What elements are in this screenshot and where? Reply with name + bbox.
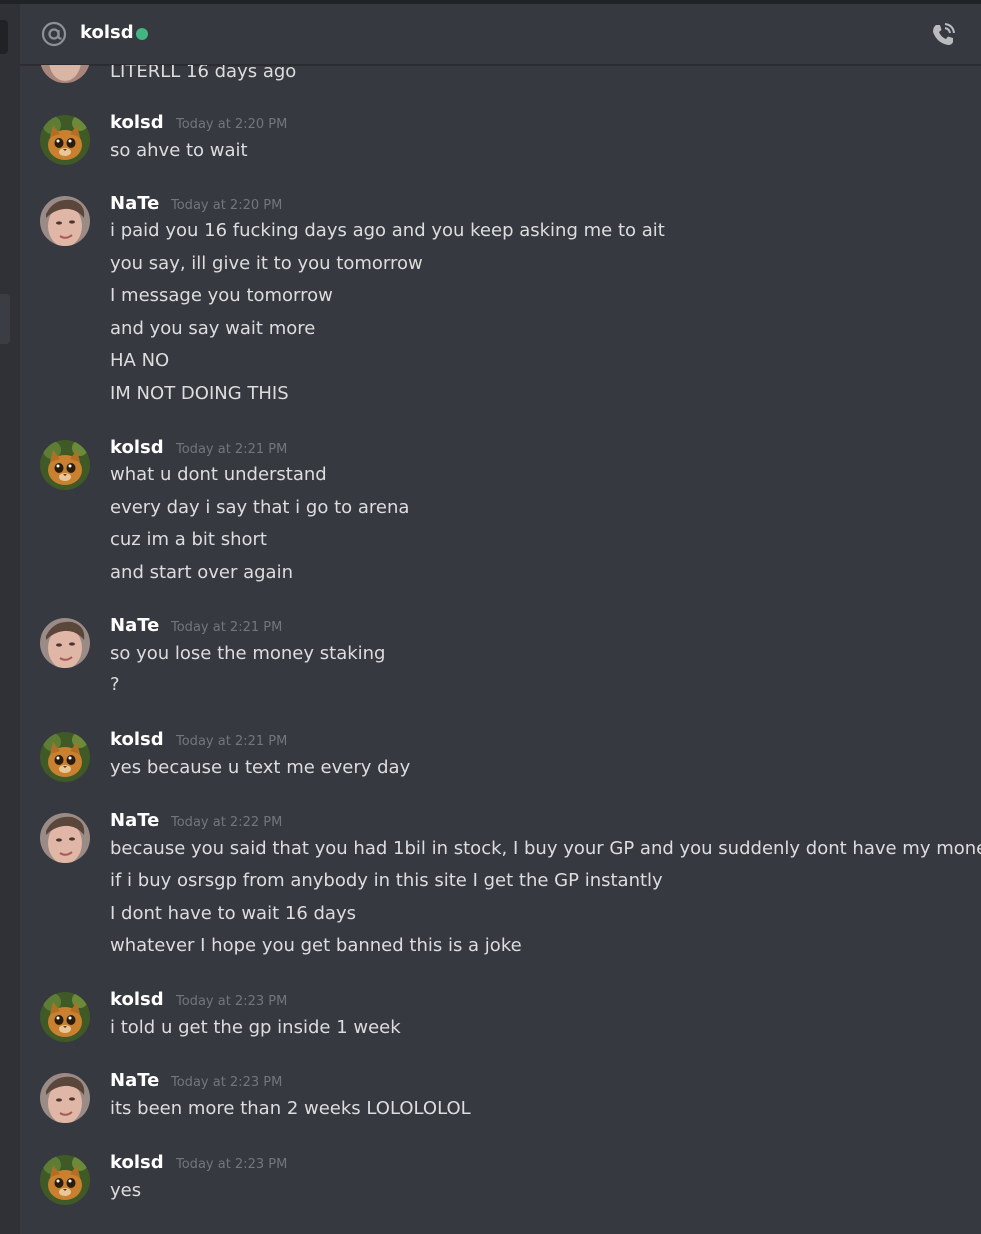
message-text: I dont have to wait 16 days (110, 903, 356, 924)
dm-username: kolsd (80, 22, 134, 43)
message-timestamp: Today at 2:22 PM (171, 815, 283, 830)
message-text: ? (110, 674, 120, 695)
message-timestamp: Today at 2:20 PM (176, 117, 288, 132)
message-author[interactable]: kolsd (110, 437, 164, 458)
message-text: so ahve to wait (110, 140, 248, 161)
message-timestamp: Today at 2:21 PM (171, 620, 283, 635)
message-timestamp: Today at 2:23 PM (176, 1157, 288, 1172)
cat-avatar[interactable] (40, 115, 90, 165)
message-text: yes because u text me every day (110, 757, 411, 778)
message-timestamp: Today at 2:21 PM (176, 734, 288, 749)
cat-avatar[interactable] (40, 1155, 90, 1205)
phone-call-icon[interactable] (928, 20, 958, 50)
message-list[interactable]: LITERLL 16 days ago kolsd Today at 2:20 P… (20, 65, 981, 1234)
message-author[interactable]: kolsd (110, 729, 164, 750)
left-sidebar-edge (0, 4, 20, 1234)
message-timestamp: Today at 2:23 PM (171, 1075, 283, 1090)
cat-avatar[interactable] (40, 440, 90, 490)
message-text: HA NO (110, 350, 170, 371)
message-text: so you lose the money staking (110, 643, 386, 664)
message-text: yes (110, 1180, 142, 1201)
message-text: LITERLL 16 days ago (110, 65, 297, 82)
message-text: cuz im a bit short (110, 529, 267, 550)
message-author[interactable]: kolsd (110, 1152, 164, 1173)
message-text: I message you tomorrow (110, 285, 333, 306)
sidebar-fragment (0, 20, 8, 54)
message-timestamp: Today at 2:21 PM (176, 442, 288, 457)
face-avatar[interactable] (40, 813, 90, 863)
avatar[interactable] (40, 65, 90, 83)
message-timestamp: Today at 2:20 PM (171, 198, 283, 213)
message-text: and start over again (110, 562, 293, 583)
sidebar-fragment (0, 294, 10, 344)
message-text: i paid you 16 fucking days ago and you k… (110, 220, 665, 241)
cat-avatar[interactable] (40, 992, 90, 1042)
message-text: whatever I hope you get banned this is a… (110, 935, 522, 956)
message-timestamp: Today at 2:23 PM (176, 994, 288, 1009)
message-author[interactable]: NaTe (110, 193, 159, 214)
cat-avatar[interactable] (40, 732, 90, 782)
face-avatar[interactable] (40, 1073, 90, 1123)
message-author[interactable]: kolsd (110, 112, 164, 133)
message-author[interactable]: kolsd (110, 989, 164, 1010)
channel-header: kolsd (20, 4, 981, 65)
face-avatar[interactable] (40, 618, 90, 668)
at-sign-icon (41, 21, 67, 47)
message-text: IM NOT DOING THIS (110, 383, 289, 404)
message-text: its been more than 2 weeks LOLOLOLOL (110, 1098, 471, 1119)
message-text: because you said that you had 1bil in st… (110, 838, 981, 859)
message-author[interactable]: NaTe (110, 810, 159, 831)
message-text: every day i say that i go to arena (110, 497, 410, 518)
message-author[interactable]: NaTe (110, 1070, 159, 1091)
message-text: what u dont understand (110, 464, 327, 485)
message-text: you say, ill give it to you tomorrow (110, 253, 423, 274)
message-text: and you say wait more (110, 318, 316, 339)
message-text: i told u get the gp inside 1 week (110, 1017, 401, 1038)
online-status-indicator (136, 28, 148, 40)
message-text: if i buy osrsgp from anybody in this sit… (110, 870, 663, 891)
message-author[interactable]: NaTe (110, 615, 159, 636)
face-avatar[interactable] (40, 196, 90, 246)
